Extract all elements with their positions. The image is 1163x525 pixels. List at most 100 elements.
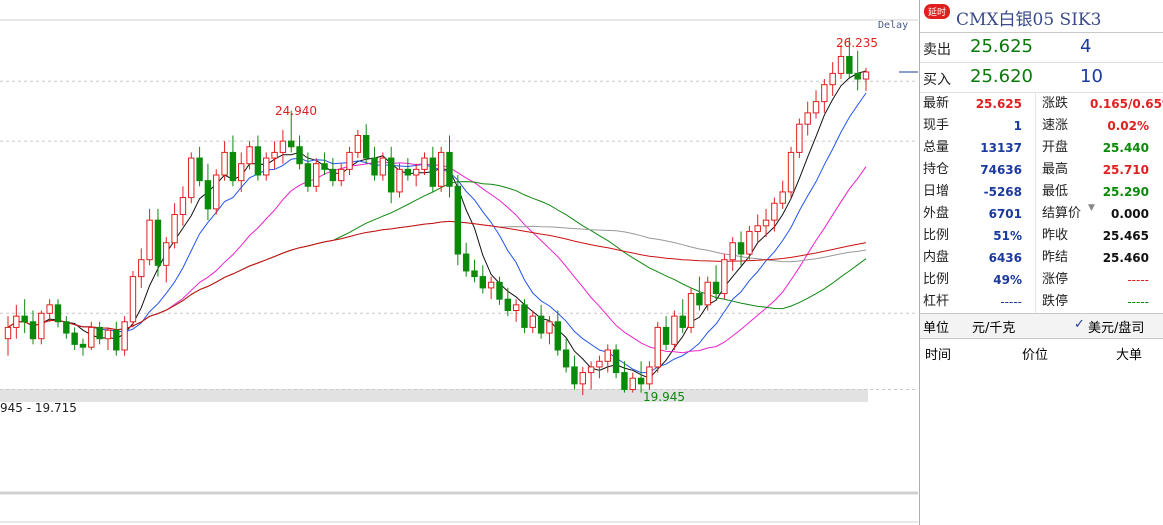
candle-body	[679, 315, 686, 328]
candle-body	[446, 151, 453, 187]
unit-row: 单位 元/千克 ✓ 美元/盘司	[920, 314, 1163, 339]
candle-body	[454, 185, 462, 255]
candle-body	[762, 219, 770, 227]
candle-body	[504, 298, 512, 311]
candle-body	[171, 214, 178, 244]
stat-value: 74636	[980, 163, 1022, 177]
candle-body	[604, 349, 611, 362]
stat-label: 跌停	[1042, 294, 1069, 309]
ticks-header: 时间 价位 大单	[920, 339, 1163, 365]
stat-label: 总量	[923, 140, 950, 155]
candle-body	[496, 281, 503, 300]
buy-row[interactable]: 买入 25.620 10	[920, 63, 1163, 93]
ma10-line	[7, 92, 867, 374]
candle-body	[854, 72, 861, 80]
candle-body	[579, 372, 586, 385]
stat-label: 持仓	[923, 162, 950, 177]
candle-body	[238, 163, 245, 182]
sell-row[interactable]: 卖出 25.625 4	[920, 33, 1163, 63]
candle-body	[113, 329, 120, 351]
low-label: 19.945	[643, 390, 685, 404]
candle-body	[46, 304, 53, 314]
candle-body	[254, 146, 262, 176]
candle-body	[138, 259, 145, 278]
sell-price: 25.625	[970, 36, 1033, 57]
candle-body	[812, 101, 820, 114]
stat-label: 日增	[923, 184, 950, 199]
candle-body	[246, 146, 253, 165]
candle-body	[629, 377, 636, 391]
candle-body	[654, 326, 661, 368]
candle-body	[787, 151, 795, 193]
stats-grid: 最新 25.625 涨跌 0.165/0.65% 现手 1 速涨 0.02% 总量 13137 开盘…	[920, 93, 1163, 314]
buy-label: 买入	[923, 72, 951, 88]
unit-value[interactable]: 元/千克	[972, 317, 1015, 336]
candle-body	[737, 242, 745, 255]
stat-value: 25.465	[1102, 229, 1149, 243]
candle-body	[54, 304, 62, 323]
ma60-line	[7, 220, 867, 331]
candle-body	[729, 242, 736, 261]
candle-body	[163, 242, 170, 266]
stat-value: 0.165/0.65%	[1090, 97, 1163, 111]
stat-label: 涨停	[1042, 272, 1069, 287]
stat-value: 0.02%	[1107, 119, 1149, 133]
candle-body	[779, 191, 786, 204]
sell-qty: 4	[1080, 36, 1092, 57]
candle-body	[379, 157, 387, 176]
instrument-header: 延时 CMX白银05 SIK3	[920, 0, 1163, 33]
stat-value: 51%	[993, 229, 1022, 243]
candle-body	[554, 321, 561, 351]
candle-body	[396, 168, 403, 193]
candle-body	[587, 366, 595, 374]
stat-label: 比例	[923, 228, 950, 243]
candle-body	[38, 312, 45, 340]
candle-body	[354, 134, 362, 153]
candle-body	[612, 349, 620, 374]
stat-label: 最高	[1042, 162, 1069, 177]
candle-body	[96, 326, 103, 340]
kline-svg[interactable]: 26.235 24.940 19.945 945 - 19.715	[0, 0, 918, 525]
candle-body	[296, 146, 303, 165]
high-label: 26.235	[836, 36, 878, 50]
stat-value: 6701	[988, 207, 1022, 221]
candle-body	[346, 151, 353, 170]
candle-body	[804, 112, 811, 125]
stat-value: 25.290	[1102, 185, 1149, 199]
stat-value: -----	[1127, 273, 1149, 287]
delay-label: Delay	[878, 20, 909, 31]
candle-body	[71, 332, 78, 345]
candle-body	[13, 315, 20, 328]
candle-body	[704, 281, 711, 306]
unit-alt-option[interactable]: 美元/盘司	[1088, 317, 1144, 336]
candle-body	[537, 315, 545, 334]
candle-body	[196, 157, 203, 182]
instrument-title[interactable]: CMX白银05 SIK3	[956, 5, 1101, 30]
candle-body	[637, 377, 645, 385]
candle-body	[862, 71, 870, 80]
stat-label: 最新	[923, 96, 950, 111]
quote-panel: 延时 CMX白银05 SIK3 卖出 25.625 4 买入 25.620 10…	[919, 0, 1163, 525]
kline-chart[interactable]: 26.235 24.940 19.945 945 - 19.715 Delay	[0, 0, 918, 525]
stat-label: 结算价	[1042, 206, 1082, 221]
candle-body	[371, 157, 378, 176]
stat-value: 6436	[988, 251, 1022, 265]
buy-price: 25.620	[970, 66, 1033, 87]
candle-body	[221, 151, 228, 176]
candle-body	[471, 270, 478, 278]
candle-body	[696, 293, 703, 306]
candle-body	[321, 163, 328, 170]
candle-body	[829, 72, 836, 86]
candle-body	[271, 151, 278, 159]
stat-value: 25.440	[1102, 141, 1149, 155]
candle-body	[412, 168, 420, 176]
ma120-line	[7, 220, 867, 331]
candle-body	[154, 219, 162, 266]
chevron-down-icon[interactable]: ▼	[1088, 203, 1095, 213]
candle-body	[662, 326, 670, 345]
candle-body	[512, 304, 520, 311]
candle-body	[104, 329, 112, 340]
delay-badge: 延时	[924, 4, 951, 19]
stat-label: 开盘	[1042, 140, 1069, 155]
candle-body	[546, 321, 553, 334]
